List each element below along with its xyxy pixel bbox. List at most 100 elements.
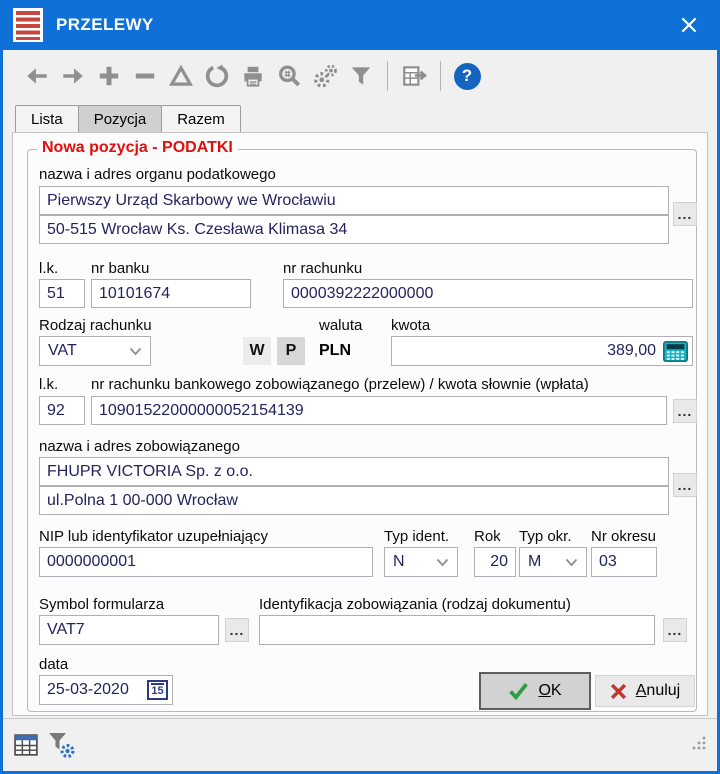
tab-lista[interactable]: Lista <box>15 105 79 133</box>
organ-address-input[interactable]: 50-515 Wrocław Ks. Czesława Klimasa 34 <box>39 215 669 244</box>
window-title: PRZELEWY <box>56 15 154 34</box>
add-button[interactable] <box>91 58 127 94</box>
forward-icon <box>63 68 83 84</box>
identyfikacja-input[interactable] <box>259 615 655 645</box>
lk2-input[interactable]: 92 <box>39 396 85 425</box>
symbol-formularza-input[interactable]: VAT7 <box>39 615 219 645</box>
calculator-button[interactable] <box>663 341 688 362</box>
search-button[interactable] <box>271 58 307 94</box>
close-button[interactable] <box>674 10 704 40</box>
typ-okr-select[interactable]: M <box>519 547 587 577</box>
waluta-label: waluta <box>319 317 363 334</box>
table-export-button[interactable] <box>396 58 432 94</box>
print-icon <box>244 66 262 87</box>
nip-input[interactable]: 0000000001 <box>39 547 373 577</box>
data-input[interactable]: 25-03-2020 15 <box>39 675 173 705</box>
resize-grip[interactable] <box>691 735 707 756</box>
remove-button[interactable] <box>127 58 163 94</box>
edit-button[interactable] <box>163 58 199 94</box>
obligor-account-browse-button[interactable]: ... <box>673 399 697 423</box>
cancel-button[interactable]: Anuluj <box>595 675 695 707</box>
resize-grip-icon <box>692 736 706 749</box>
organ-label: nazwa i adres organu podatkowego <box>39 166 276 183</box>
symbol-formularza-label: Symbol formularza <box>39 596 165 613</box>
rok-label: Rok <box>474 528 501 545</box>
back-icon <box>27 68 47 84</box>
lk2-label: l.k. <box>39 376 59 393</box>
toolbar-separator <box>440 61 441 91</box>
rodzaj-rachunku-select[interactable]: VAT <box>39 336 151 366</box>
przelewy-window: PRZELEWY ? Lista Pozycja Razem Nowa pozy… <box>0 0 720 774</box>
forward-button[interactable] <box>55 58 91 94</box>
nr-rachunku-label: nr rachunku <box>283 260 363 277</box>
table-export-icon <box>403 66 427 86</box>
rodzaj-rachunku-label: Rodzaj rachunku <box>39 317 152 334</box>
print-button[interactable] <box>235 58 271 94</box>
obligor-address-input[interactable]: ul.Polna 1 00-000 Wrocław <box>39 486 669 515</box>
client-area: ? Lista Pozycja Razem Nowa pozycja - POD… <box>3 50 717 771</box>
waluta-value: PLN <box>319 342 351 359</box>
toolbar: ? <box>3 50 717 102</box>
status-bar <box>3 718 717 771</box>
obligor-account-input[interactable]: 10901522000000052154139 <box>91 396 667 425</box>
symbol-browse-button[interactable]: ... <box>225 618 249 642</box>
check-icon <box>509 682 529 700</box>
obligor-name-input[interactable]: FHUPR VICTORIA Sp. z o.o. <box>39 457 669 486</box>
add-icon <box>99 66 119 86</box>
typ-ident-label: Typ ident. <box>384 528 450 545</box>
remove-icon <box>135 73 155 79</box>
data-value: 25-03-2020 <box>47 681 129 698</box>
w-button[interactable]: W <box>243 337 271 365</box>
lk1-input[interactable]: 51 <box>39 279 85 308</box>
nr-okresu-label: Nr okresu <box>591 528 657 545</box>
calendar-icon[interactable]: 15 <box>147 680 168 700</box>
obligor-label: nazwa i adres zobowiązanego <box>39 438 240 455</box>
toolbar-separator <box>387 61 388 91</box>
tab-page-pozycja: Nowa pozycja - PODATKI nazwa i adres org… <box>12 132 708 716</box>
identyfikacja-browse-button[interactable]: ... <box>663 618 687 642</box>
tab-strip: Lista Pozycja Razem <box>15 105 241 133</box>
table-grid-icon <box>14 733 38 756</box>
group-title: Nowa pozycja - PODATKI <box>37 139 238 157</box>
chevron-down-icon <box>129 347 142 355</box>
p-button[interactable]: P <box>277 337 305 365</box>
chevron-down-icon <box>565 558 578 566</box>
obligor-browse-button[interactable]: ... <box>673 473 697 497</box>
settings-icon <box>314 64 337 88</box>
filter-button[interactable] <box>343 58 379 94</box>
table-view-button[interactable] <box>13 732 40 759</box>
typ-ident-value: N <box>393 553 405 570</box>
lk1-label: l.k. <box>39 260 59 277</box>
chevron-down-icon <box>436 558 449 566</box>
organ-browse-button[interactable]: ... <box>673 202 697 226</box>
ok-button[interactable]: OK <box>479 672 591 710</box>
close-icon <box>681 17 697 33</box>
tab-pozycja[interactable]: Pozycja <box>77 105 163 133</box>
nr-okresu-input[interactable]: 03 <box>591 547 657 577</box>
app-icon <box>13 8 43 42</box>
back-button[interactable] <box>19 58 55 94</box>
edit-icon <box>169 64 193 86</box>
settings-button[interactable] <box>307 58 343 94</box>
filter-icon <box>351 67 371 85</box>
identyfikacja-label: Identyfikacja zobowiązania (rodzaj dokum… <box>259 596 571 613</box>
organ-name-input[interactable]: Pierwszy Urząd Skarbowy we Wrocławiu <box>39 186 669 215</box>
typ-okr-value: M <box>528 553 542 570</box>
rodzaj-rachunku-value: VAT <box>48 342 77 359</box>
search-icon <box>279 65 301 87</box>
cancel-button-label: Anuluj <box>635 682 681 699</box>
x-icon <box>610 683 626 699</box>
nr-rachunku-input[interactable]: 0000392222000000 <box>283 279 693 308</box>
nip-label: NIP lub identyfikator uzupełniający <box>39 528 269 545</box>
obligor-account-label: nr rachunku bankowego zobowiązanego (prz… <box>91 376 589 393</box>
kwota-input[interactable]: 389,00 <box>391 336 693 366</box>
kwota-label: kwota <box>391 317 431 334</box>
help-button[interactable]: ? <box>449 58 485 94</box>
title-bar: PRZELEWY <box>0 0 720 50</box>
nr-banku-input[interactable]: 10101674 <box>91 279 251 308</box>
typ-ident-select[interactable]: N <box>384 547 458 577</box>
rok-input[interactable]: 20 <box>474 547 516 577</box>
filter-settings-button[interactable] <box>47 731 77 759</box>
tab-razem[interactable]: Razem <box>161 105 241 133</box>
refresh-button[interactable] <box>199 58 235 94</box>
